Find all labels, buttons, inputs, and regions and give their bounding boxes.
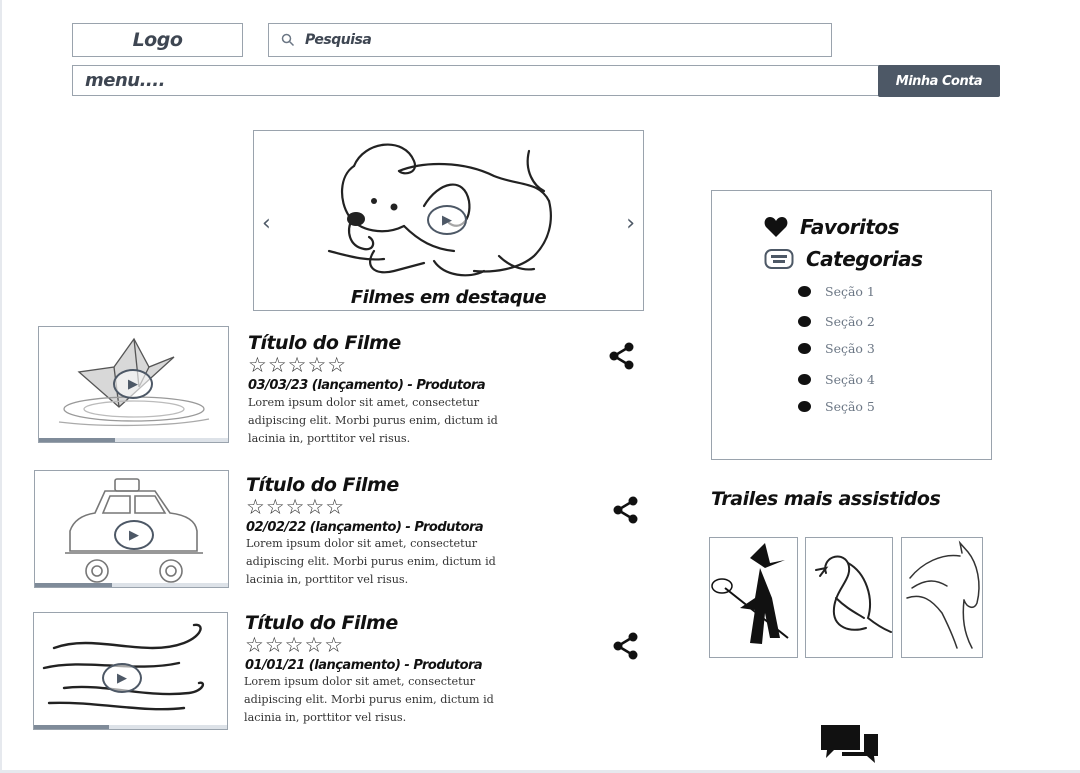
trailer-thumbnail-witch[interactable]	[709, 537, 798, 658]
menu-label[interactable]: menu....	[85, 70, 165, 91]
section-item[interactable]: Seção 5	[798, 399, 875, 414]
chevron-left-icon[interactable]: ‹	[262, 211, 271, 236]
play-icon: ▶	[129, 527, 139, 543]
play-button[interactable]: ▶	[102, 663, 142, 693]
featured-carousel[interactable]: ▶ ‹ › Filmes em destaque	[253, 130, 644, 311]
share-icon[interactable]	[607, 341, 637, 371]
sidebar-item-favorites[interactable]: Favoritos	[764, 215, 900, 239]
progress-bar	[35, 583, 228, 587]
categories-label[interactable]: Categorias	[806, 247, 923, 271]
sidebar-item-categories[interactable]: Categorias	[764, 247, 923, 271]
trailer-thumbnail-bird[interactable]	[805, 537, 893, 658]
chat-icon[interactable]	[818, 722, 880, 764]
rating-stars[interactable]: ☆☆☆☆☆	[246, 495, 345, 519]
movie-title[interactable]: Título do Filme	[246, 474, 399, 496]
section-item[interactable]: Seção 4	[798, 372, 875, 387]
search-icon	[281, 33, 295, 47]
section-item[interactable]: Seção 3	[798, 341, 875, 356]
categories-icon	[764, 249, 794, 269]
logo[interactable]: Logo	[72, 23, 243, 57]
play-button[interactable]: ▶	[113, 369, 153, 399]
search-placeholder[interactable]: Pesquisa	[305, 32, 372, 48]
sidebar-panel: Favoritos Categorias Seção 1 Seção 2 Seç…	[711, 190, 992, 460]
bird-illustration	[815, 555, 892, 633]
movie-description: Lorem ipsum dolor sit amet, consectetur …	[248, 396, 498, 445]
rating-stars[interactable]: ☆☆☆☆☆	[245, 633, 344, 657]
rating-stars[interactable]: ☆☆☆☆☆	[248, 353, 347, 377]
play-icon: ▶	[128, 376, 138, 392]
section-label[interactable]: Seção 4	[825, 372, 875, 387]
bullet-icon	[798, 374, 811, 385]
movie-meta: 01/01/21 (lançamento) - Produtora	[245, 658, 483, 673]
carousel-play-button[interactable]: ▶	[427, 205, 467, 235]
play-icon: ▶	[442, 212, 452, 228]
movie-thumbnail[interactable]: ▶	[33, 612, 228, 730]
bullet-icon	[798, 316, 811, 327]
movie-meta: 02/02/22 (lançamento) - Produtora	[246, 520, 484, 535]
favorites-label[interactable]: Favoritos	[800, 215, 900, 239]
progress-bar	[34, 725, 227, 729]
section-item[interactable]: Seção 2	[798, 314, 875, 329]
progress-fill	[34, 725, 110, 729]
section-label[interactable]: Seção 2	[825, 314, 875, 329]
play-icon: ▶	[117, 670, 127, 686]
trailers-title: Trailes mais assistidos	[711, 488, 941, 510]
section-label[interactable]: Seção 1	[825, 284, 875, 299]
bullet-icon	[798, 343, 811, 354]
section-label[interactable]: Seção 3	[825, 341, 875, 356]
movie-description: Lorem ipsum dolor sit amet, consectetur …	[246, 537, 496, 586]
movie-thumbnail[interactable]: ▶	[38, 326, 229, 443]
share-icon[interactable]	[611, 631, 641, 661]
menu-bar[interactable]: menu....	[72, 65, 1000, 96]
horse-illustration	[906, 540, 980, 649]
section-item[interactable]: Seção 1	[798, 284, 875, 299]
chevron-right-icon[interactable]: ›	[626, 211, 635, 236]
account-button[interactable]: Minha Conta	[878, 65, 1000, 97]
movie-description: Lorem ipsum dolor sit amet, consectetur …	[244, 675, 494, 724]
search-bar[interactable]: Pesquisa	[268, 23, 832, 57]
movie-title[interactable]: Título do Filme	[248, 332, 401, 354]
progress-fill	[35, 583, 113, 587]
trailer-thumbnail-horse[interactable]	[901, 537, 983, 658]
movie-title[interactable]: Título do Filme	[245, 612, 398, 634]
progress-bar	[39, 438, 228, 442]
witch-illustration	[711, 543, 789, 644]
heart-icon	[764, 217, 788, 237]
movie-meta: 03/03/23 (lançamento) - Produtora	[248, 378, 486, 393]
movie-thumbnail[interactable]: ▶	[34, 470, 229, 588]
bullet-icon	[798, 286, 811, 297]
progress-fill	[39, 438, 115, 442]
carousel-caption: Filmes em destaque	[350, 287, 547, 308]
bullet-icon	[798, 401, 811, 412]
play-button[interactable]: ▶	[114, 520, 154, 550]
section-label[interactable]: Seção 5	[825, 399, 875, 414]
share-icon[interactable]	[611, 495, 641, 525]
